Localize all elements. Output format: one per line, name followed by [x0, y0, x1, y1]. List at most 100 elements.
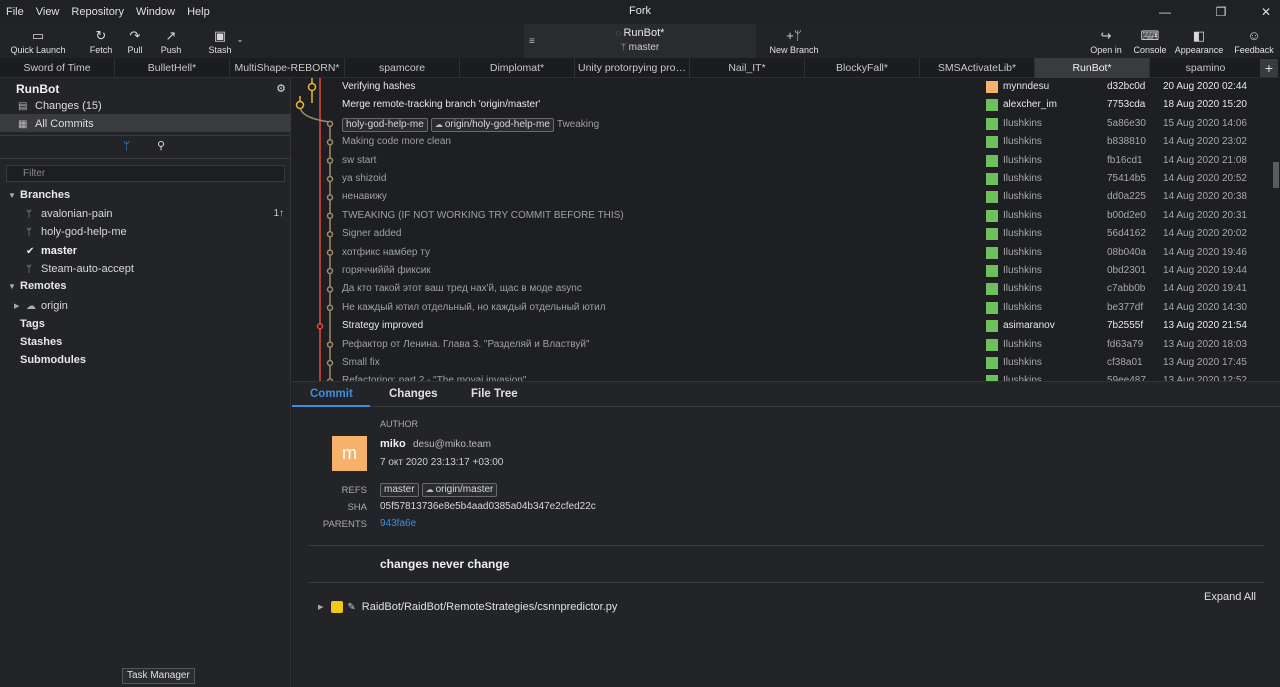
avatar: [986, 320, 998, 333]
submodules-section[interactable]: Submodules: [20, 354, 86, 366]
fetch-button[interactable]: ↻ Fetch: [86, 24, 116, 58]
commit-message: Small fix: [342, 357, 380, 368]
toolbar: ▭ Quick Launch ↻ Fetch ↷ Pull ↗ Push ▣ S…: [0, 24, 1280, 58]
commit-row[interactable]: Small fix Ilushkins cf38a01 13 Aug 2020 17:…: [292, 354, 1272, 372]
author-name: alexcher_im: [1003, 99, 1057, 111]
avatar: [986, 81, 998, 93]
sidebar-item-changes[interactable]: ▤ Changes (15): [18, 97, 102, 115]
tags-section[interactable]: Tags: [20, 318, 45, 330]
filter-input[interactable]: Filter: [6, 165, 285, 182]
maximize-icon[interactable]: ❐: [1198, 0, 1244, 24]
close-icon[interactable]: ✕: [1243, 0, 1280, 24]
commit-row[interactable]: sw start Ilushkins fb16cd1 14 Aug 2020 21:0…: [292, 152, 1272, 170]
repo-selector[interactable]: ≡ ◌ RunBot* ᛘ master: [524, 24, 756, 58]
tab-spamino[interactable]: spamino: [1150, 58, 1262, 78]
smiley-icon: ☺: [1247, 28, 1261, 43]
commit-row[interactable]: Не каждый ютил отдельный, но каждый отде…: [292, 299, 1272, 317]
commit-date: 18 Aug 2020 15:20: [1163, 99, 1247, 111]
remote-icon: ☁: [26, 300, 36, 312]
tab-spamcore[interactable]: spamcore: [345, 58, 460, 78]
tab-multishape-reborn[interactable]: MultiShape-REBORN*: [230, 58, 345, 78]
scrollbar[interactable]: [1272, 78, 1280, 381]
menu-view[interactable]: View: [30, 6, 66, 18]
commit-row[interactable]: Merge remote-tracking branch 'origin/mas…: [292, 96, 1272, 114]
ref-tag[interactable]: ☁ origin/holy-god-help-me: [430, 117, 554, 132]
push-button[interactable]: ↗ Push: [156, 24, 186, 58]
quick-launch-button[interactable]: ▭ Quick Launch: [8, 24, 68, 58]
open-in-button[interactable]: ↪ Open in: [1086, 24, 1126, 58]
ref-tag[interactable]: master: [380, 483, 419, 497]
branches-section[interactable]: ▼ Branches: [8, 189, 70, 201]
commit-row[interactable]: Да кто такой этот ваш тред нах'й, щас в …: [292, 280, 1272, 298]
tab-file-tree[interactable]: File Tree: [471, 388, 518, 400]
sidebar-remote-origin[interactable]: ▶ ☁ origin: [14, 298, 68, 314]
ref-tag-remote[interactable]: ☁ origin/master: [421, 483, 498, 497]
tab-runbot[interactable]: RunBot*: [1035, 58, 1150, 78]
tab-unity-protorpying[interactable]: Unity protorpying proj...: [575, 58, 690, 78]
menu-help[interactable]: Help: [181, 6, 216, 18]
caret-right-icon: ▶: [14, 303, 20, 310]
commit-message: holy-god-help-me ☁ origin/holy-god-help-me…: [342, 117, 599, 132]
sidebar-branch-holy-god-help-me[interactable]: ᛘ holy-god-help-me: [26, 224, 127, 240]
commit-message: ya shizoid: [342, 173, 386, 184]
commit-row[interactable]: TWEAKING (IF NOT WORKING TRY COMMIT BEFO…: [292, 207, 1272, 225]
commit-row[interactable]: Рефактор от Ленина. Глава 3. "Разделяй и…: [292, 336, 1272, 354]
commit-row[interactable]: горяччиййй фиксик Ilushkins 0bd2301 14 Aug …: [292, 262, 1272, 280]
tab-blockyfall[interactable]: BlockyFall*: [805, 58, 920, 78]
commit-row[interactable]: Refactoring: part 2 - "The moyai invasio…: [292, 372, 1272, 381]
menu-file[interactable]: File: [0, 6, 30, 18]
commit-row[interactable]: Strategy improved asimaranov 7b2555f 13 Aug…: [292, 317, 1272, 335]
commit-message-text: Не каждый ютил отдельный, но каждый отде…: [342, 301, 606, 313]
tab-bullethell[interactable]: BulletHell*: [115, 58, 230, 78]
stashes-section[interactable]: Stashes: [20, 336, 62, 348]
scrollbar-thumb[interactable]: [1273, 162, 1279, 188]
feedback-button[interactable]: ☺ Feedback: [1232, 24, 1276, 58]
changed-file-row[interactable]: ▶ ✎ RaidBot/RaidBot/RemoteStrategies/csn…: [318, 601, 617, 613]
tab-smsactivatelib[interactable]: SMSActivateLib*: [920, 58, 1035, 78]
expand-all-button[interactable]: Expand All: [1204, 591, 1256, 603]
commit-sha: 7753cda: [1107, 99, 1146, 111]
commit-row[interactable]: ya shizoid Ilushkins 75414b5 14 Aug 2020 20…: [292, 170, 1272, 188]
menu-repository[interactable]: Repository: [65, 6, 130, 18]
search-icon[interactable]: ⚲: [157, 139, 165, 152]
commit-date: 13 Aug 2020 18:03: [1163, 338, 1247, 350]
commit-sha: 08b040a: [1107, 246, 1146, 258]
stash-button[interactable]: ▣ Stash: [205, 24, 235, 58]
minimize-icon[interactable]: —: [1142, 0, 1188, 24]
console-button[interactable]: ⌨ Console: [1131, 24, 1169, 58]
parents-link[interactable]: 943fa6e: [380, 518, 416, 529]
appearance-button[interactable]: ◧ Appearance: [1172, 24, 1226, 58]
add-tab-button[interactable]: +: [1260, 59, 1278, 77]
branch-view-icon[interactable]: ᛘ: [123, 139, 130, 153]
sidebar-item-all-commits[interactable]: ▦ All Commits: [18, 115, 94, 133]
tab-sword-of-time[interactable]: Sword of Time: [0, 58, 115, 78]
remotes-section[interactable]: ▼ Remotes: [8, 280, 66, 292]
author-name: asimaranov: [1003, 320, 1055, 332]
sidebar-branch-steam-auto-accept[interactable]: ᛘ Steam-auto-accept: [26, 261, 134, 277]
branch-label: avalonian-pain: [41, 208, 113, 220]
sidebar-branch-avalonian-pain[interactable]: ᛘ avalonian-pain: [26, 206, 113, 222]
pull-button[interactable]: ↷ Pull: [122, 24, 148, 58]
tab-commit[interactable]: Commit: [310, 388, 353, 400]
refs-list: master ☁ origin/master: [380, 483, 500, 497]
author-name: Ilushkins: [1003, 265, 1042, 276]
commit-row[interactable]: Verifying hashes mynndesu d32bc0d 20 Aug 20…: [292, 78, 1272, 96]
sidebar-branch-master[interactable]: ✔ master: [26, 243, 77, 259]
commit-sha: 0bd2301: [1107, 265, 1146, 276]
commit-row[interactable]: хотфикс намбер ту Ilushkins 08b040a 14 Aug …: [292, 244, 1272, 262]
tab-dimplomat[interactable]: Dimplomat*: [460, 58, 575, 78]
stash-dropdown[interactable]: ⌄: [234, 24, 246, 58]
commit-row[interactable]: Making code more clean Ilushkins b838810 14…: [292, 133, 1272, 151]
menu-window[interactable]: Window: [130, 6, 181, 18]
refs-label: REFS: [341, 485, 367, 496]
new-branch-button[interactable]: +ᛘ New Branch: [766, 24, 822, 58]
branch-icon: ᛘ: [26, 226, 32, 238]
gear-icon[interactable]: ⚙: [276, 82, 286, 95]
avatar: [986, 357, 998, 369]
ref-tag[interactable]: holy-god-help-me: [342, 117, 428, 132]
commit-row[interactable]: ненавижу Ilushkins dd0a225 14 Aug 2020 20:3…: [292, 188, 1272, 206]
commit-row[interactable]: holy-god-help-me ☁ origin/holy-god-help-me…: [292, 115, 1272, 133]
tab-changes[interactable]: Changes: [389, 388, 438, 400]
commit-row[interactable]: Signer added Ilushkins 56d4162 14 Aug 2020 …: [292, 225, 1272, 243]
tab-nail-it[interactable]: Nail_IT*: [690, 58, 805, 78]
